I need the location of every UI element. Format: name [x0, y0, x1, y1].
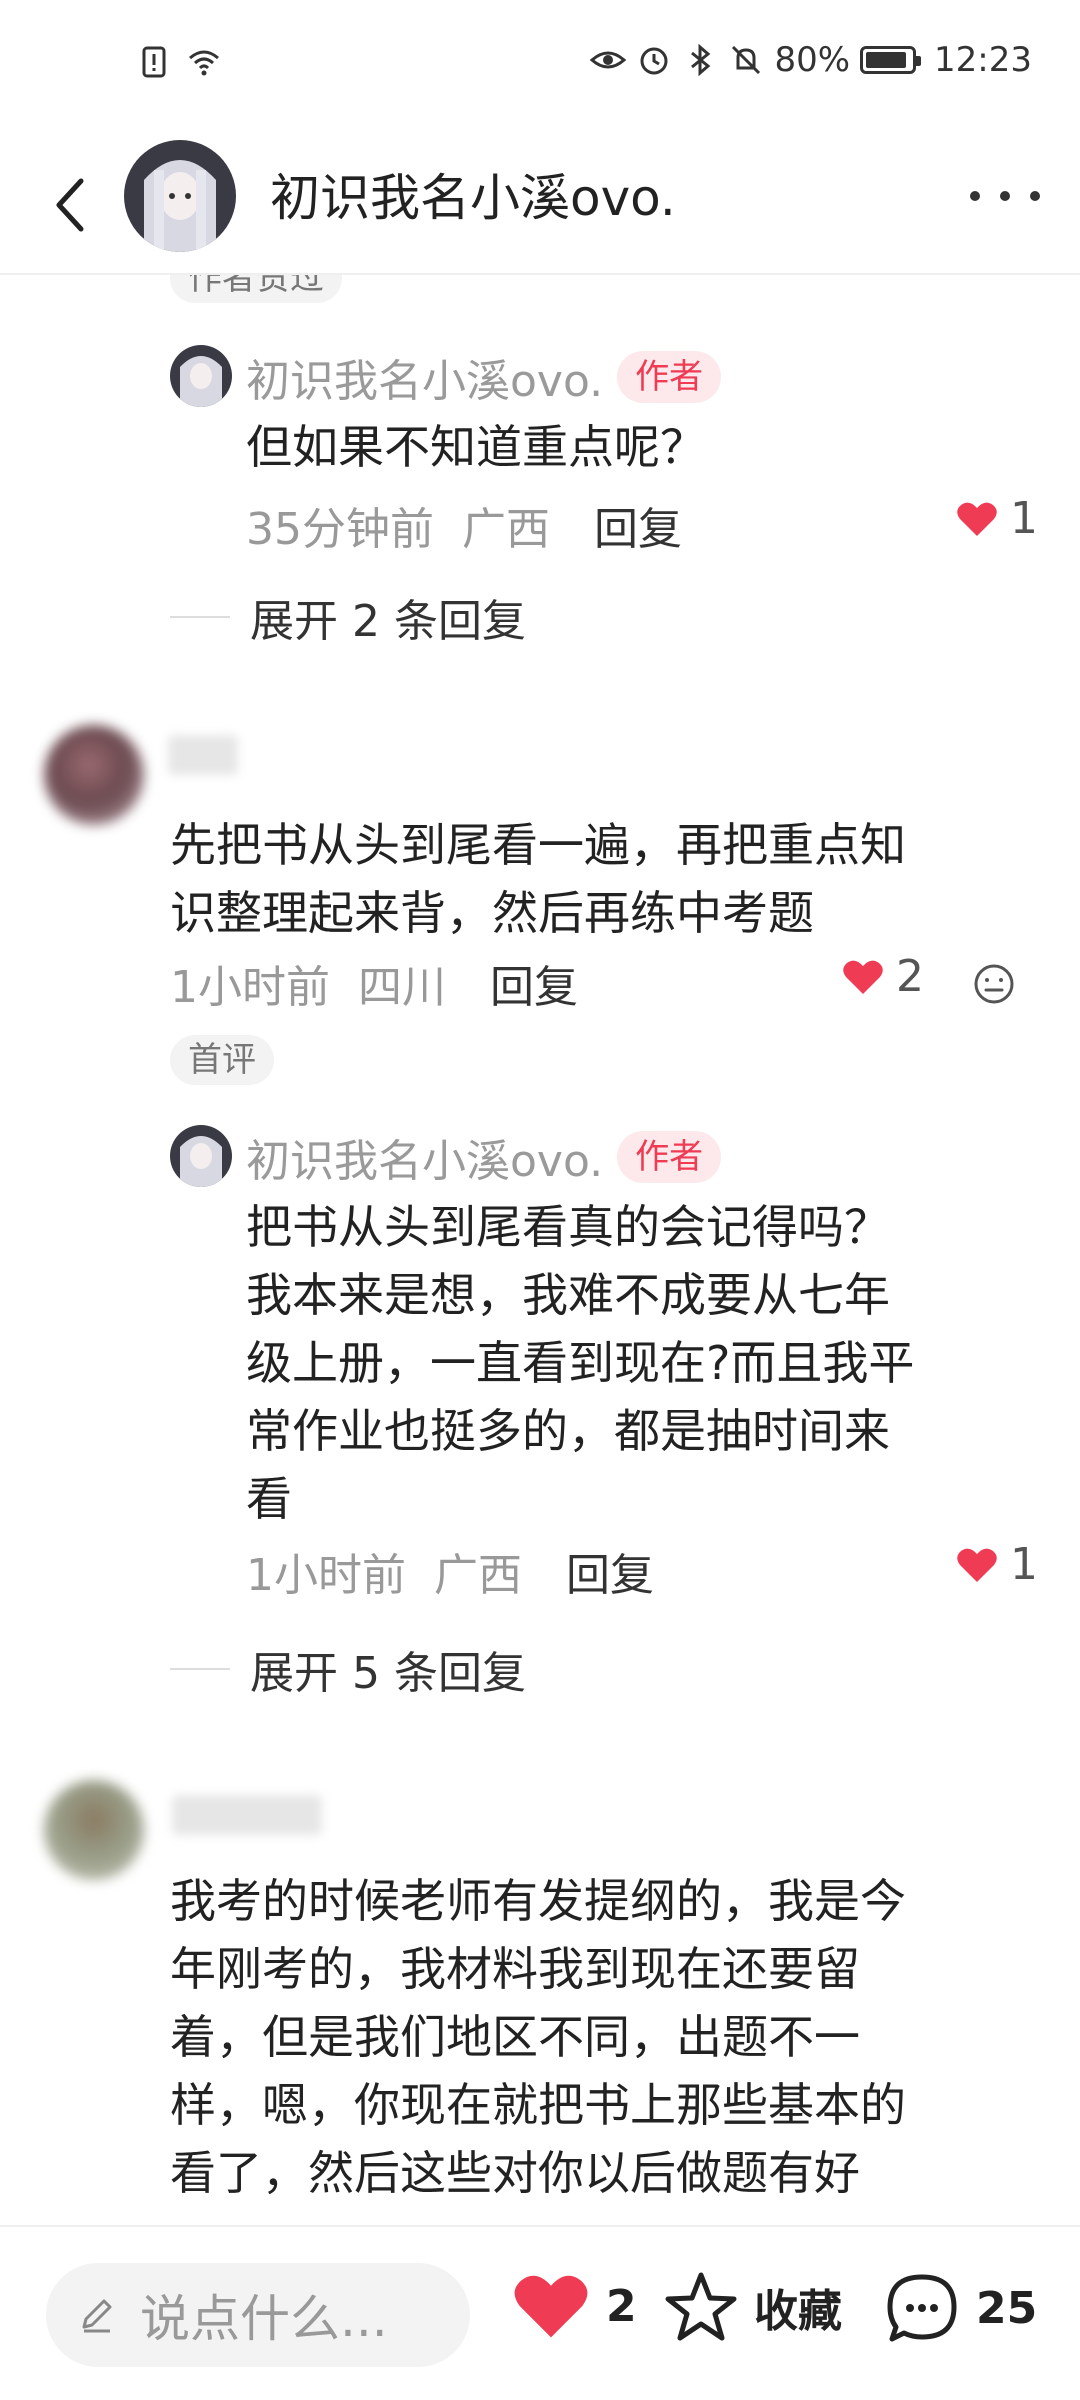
reply-time: 1小时前 — [246, 1550, 406, 1601]
wifi-icon — [189, 50, 219, 76]
reply-time: 35分钟前 — [246, 504, 434, 555]
status-right-icons: 80% 12:23 — [590, 40, 1032, 80]
alarm-icon — [640, 47, 668, 75]
heart-filled-icon — [957, 1548, 997, 1582]
pencil-icon — [82, 2299, 112, 2333]
reply-line: 把书从头到尾看真的会记得吗？ — [246, 1200, 890, 1254]
sim-alert-icon — [142, 46, 166, 78]
author-badge: 作者 — [617, 351, 722, 403]
comment-line: 我考的时候老师有发提纲的，我是今 — [170, 1874, 906, 1928]
author-liked-tag: 作者赞过 — [170, 275, 342, 303]
reply-line: 看 — [246, 1472, 292, 1526]
comment-line: 识整理起来背，然后再练中考题 — [170, 886, 814, 940]
heart-filled-icon — [843, 960, 883, 994]
comment-line: 着，但是我们地区不同，出题不一 — [170, 2010, 860, 2064]
anime-avatar-image — [170, 345, 232, 407]
expand-replies-label: 展开 2 条回复 — [250, 596, 526, 647]
comment-input-placeholder: 说点什么... — [140, 2290, 388, 2348]
comment-count: 25 — [976, 2282, 1038, 2334]
collect-button[interactable]: 收藏 — [664, 2271, 842, 2343]
more-dot-icon — [1000, 191, 1010, 201]
like-button[interactable]: 1 — [956, 1539, 1038, 1590]
comment-time: 1小时前 — [170, 962, 330, 1013]
reply-nickname[interactable]: 初识我名小溪ovo. — [246, 1125, 603, 1189]
reply-line: 常作业也挺多的，都是抽时间来 — [246, 1404, 890, 1458]
reply-nickname-row: 初识我名小溪ovo. 作者 — [246, 345, 722, 409]
more-dot-icon — [970, 191, 980, 201]
comment-line: 看了，然后这些对你以后做题有好 — [170, 2146, 860, 2200]
heart-filled-icon — [957, 502, 997, 536]
comment-meta: 1小时前 四川 回复 — [170, 951, 578, 1015]
chevron-left-icon — [56, 178, 84, 232]
emoji-reaction-icon[interactable] — [972, 962, 1016, 1006]
like-count: 1 — [1010, 1539, 1038, 1590]
post-like-count: 2 — [606, 2280, 637, 2332]
comment-location: 四川 — [358, 962, 446, 1013]
expand-replies-button[interactable]: 展开 2 条回复 — [170, 585, 526, 649]
reply-line: 级上册，一直看到现在?而且我平 — [246, 1336, 915, 1390]
commenter-avatar[interactable] — [44, 1780, 144, 1880]
reply-location: 广西 — [462, 504, 550, 555]
back-button[interactable] — [40, 170, 100, 240]
like-button[interactable]: 2 — [842, 951, 924, 1002]
commenter-avatar[interactable] — [44, 725, 144, 825]
reply-avatar[interactable] — [170, 1125, 232, 1187]
reply-button[interactable]: 回复 — [594, 504, 682, 555]
reply-button[interactable]: 回复 — [490, 962, 578, 1013]
reply-line: 我本来是想，我难不成要从七年 — [246, 1268, 890, 1322]
author-badge: 作者 — [617, 1131, 722, 1183]
like-button[interactable]: 1 — [956, 493, 1038, 544]
more-options-button[interactable] — [970, 176, 1040, 216]
status-left-icons — [136, 44, 222, 80]
bluetooth-icon — [691, 43, 711, 77]
comment-text[interactable]: 先把书从头到尾看一遍，再把重点知 识整理起来背，然后再练中考题 — [170, 811, 1050, 947]
reply-meta: 35分钟前 广西 回复 — [246, 493, 682, 557]
battery-percent: 80% — [774, 40, 851, 80]
comments-button[interactable]: 25 — [884, 2271, 1037, 2345]
reply-button[interactable]: 回复 — [566, 1550, 654, 1601]
expand-replies-label: 展开 5 条回复 — [250, 1648, 526, 1699]
eye-icon — [590, 51, 627, 69]
reply-nickname-row: 初识我名小溪ovo. 作者 — [246, 1125, 722, 1189]
comment-text[interactable]: 我考的时候老师有发提纲的，我是今 年刚考的，我材料我到现在还要留 着，但是我们地… — [170, 1867, 1050, 2207]
comment-list[interactable]: 作者赞过 初识我名小溪ovo. 作者 但如果不知道重点呢？ 35分钟前 广西 回… — [0, 275, 1080, 2225]
comment-line: 样，嗯，你现在就把书上那些基本的 — [170, 2078, 906, 2132]
author-avatar[interactable] — [124, 140, 236, 252]
comment-line: 年刚考的，我材料我到现在还要留 — [170, 1942, 860, 1996]
battery-icon — [860, 46, 922, 74]
comment-line: 先把书从头到尾看一遍，再把重点知 — [170, 818, 906, 872]
like-count: 2 — [896, 951, 924, 1002]
like-post-button[interactable]: 2 — [512, 2271, 637, 2341]
bottom-action-bar: 说点什么... 2 收藏 25 — [0, 2225, 1080, 2400]
commenter-nickname-blurred[interactable] — [172, 1795, 322, 1835]
chat-header: 初识我名小溪ovo. — [0, 130, 1080, 275]
anime-avatar-image — [170, 1125, 232, 1187]
clock-time: 12:23 — [934, 40, 1032, 80]
divider-line — [170, 1668, 230, 1670]
reply-location: 广西 — [434, 1550, 522, 1601]
collect-label: 收藏 — [754, 2286, 842, 2337]
expand-replies-button[interactable]: 展开 5 条回复 — [170, 1637, 526, 1701]
divider-line — [170, 616, 230, 618]
reply-avatar[interactable] — [170, 345, 232, 407]
more-dot-icon — [1030, 191, 1040, 201]
like-count: 1 — [1010, 493, 1038, 544]
commenter-nickname-blurred[interactable] — [168, 735, 238, 775]
page-title: 初识我名小溪ovo. — [270, 169, 676, 227]
first-comment-tag: 首评 — [170, 1035, 274, 1085]
reply-text[interactable]: 把书从头到尾看真的会记得吗？ 我本来是想，我难不成要从七年 级上册，一直看到现在… — [246, 1193, 1036, 1533]
status-bar: 80% 12:23 — [0, 0, 1080, 130]
comment-bubble-icon — [887, 2274, 957, 2342]
heart-filled-icon — [514, 2275, 588, 2338]
reply-meta: 1小时前 广西 回复 — [246, 1539, 654, 1603]
mute-bell-icon — [732, 45, 761, 75]
comment-input[interactable]: 说点什么... — [46, 2263, 470, 2367]
reply-nickname[interactable]: 初识我名小溪ovo. — [246, 345, 603, 409]
anime-avatar-image — [124, 140, 236, 252]
star-icon — [665, 2272, 737, 2341]
reply-text[interactable]: 但如果不知道重点呢？ — [246, 413, 706, 481]
